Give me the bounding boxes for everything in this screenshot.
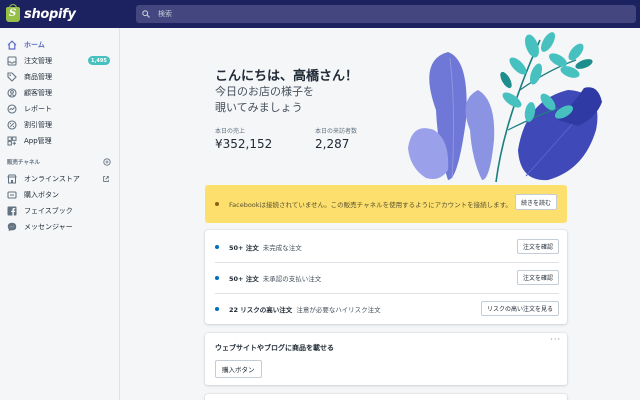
sidebar-item-label: 顧客管理 xyxy=(24,89,52,97)
facebook-icon xyxy=(7,206,17,216)
sidebar-item-analytics[interactable]: レポート xyxy=(0,101,119,117)
sales-today-value: ¥352,152 xyxy=(215,137,273,151)
task-row: 50+ 注文 未承認の支払い注文 注文を確認 xyxy=(215,263,559,293)
task-bullet-icon xyxy=(215,307,219,311)
sidebar-item-label: 割引管理 xyxy=(24,121,52,129)
more-options-icon[interactable]: ··· xyxy=(550,335,561,344)
visitors-today-label: 本日の来訪者数 xyxy=(315,128,358,135)
visitors-today-value: 2,287 xyxy=(315,137,350,151)
task-count: 50+ 注文 xyxy=(229,244,259,252)
page-title: こんにちは、高橋さん！ xyxy=(215,69,359,84)
sidebar-item-label: メッセンジャー xyxy=(24,223,73,231)
sidebar-item-products[interactable]: 商品管理 xyxy=(0,69,119,85)
sales-channels-label: 販売チャネル xyxy=(7,160,40,166)
sidebar-item-buy-button[interactable]: 購入ボタン xyxy=(0,187,119,203)
sidebar-item-label: オンラインストア xyxy=(24,175,80,183)
sidebar-item-customers[interactable]: 顧客管理 xyxy=(0,85,119,101)
orders-count-badge: 1,495 xyxy=(88,56,110,65)
sidebar-item-facebook[interactable]: フェイスブック xyxy=(0,203,119,219)
sidebar-item-home[interactable]: ホーム xyxy=(0,37,119,53)
store-icon xyxy=(7,174,17,184)
sidebar-item-messenger[interactable]: メッセンジャー xyxy=(0,219,119,235)
top-bar: S shopify xyxy=(0,0,640,28)
sidebar-item-label: 購入ボタン xyxy=(24,191,59,199)
buy-button-button[interactable]: 購入ボタン xyxy=(215,360,262,378)
brand-name: shopify xyxy=(24,6,76,22)
discount-icon xyxy=(7,120,17,130)
sidebar-item-orders[interactable]: 注文管理 1,495 xyxy=(0,53,119,69)
sidebar-item-apps[interactable]: App管理 xyxy=(0,133,119,149)
next-card xyxy=(205,394,567,400)
search-bar[interactable] xyxy=(136,5,636,23)
task-description: 注意が必要なハイリスク注文 xyxy=(296,306,381,314)
card-title: ウェブサイトやブログに商品を載せる xyxy=(215,344,334,352)
main-content: こんにちは、高橋さん！ 今日のお店の様子を 覗いてみましょう 本日の売上 ¥35… xyxy=(121,28,640,400)
sidebar-item-label: 商品管理 xyxy=(24,73,52,81)
sidebar-item-label: フェイスブック xyxy=(24,207,73,215)
search-input[interactable] xyxy=(158,10,558,18)
view-orders-button[interactable]: 注文を確認 xyxy=(516,270,559,285)
channels-nav: オンラインストア 購入ボタン フェイスブック メッセンジャー xyxy=(0,169,119,235)
task-count: 22 リスクの高い注文 xyxy=(229,306,293,314)
facebook-warning-banner: Facebookは接続されていません。この販売チャネルを使用するようにアカウント… xyxy=(205,185,567,223)
task-row: 22 リスクの高い注文 注意が必要なハイリスク注文 リスクの高い注文を見る xyxy=(215,294,559,324)
messenger-icon xyxy=(7,222,17,232)
task-row: 50+ 注文 未完成な注文 注文を確認 xyxy=(215,232,559,262)
buy-button-promo-card: ウェブサイトやブログに商品を載せる ··· 購入ボタン xyxy=(205,333,567,385)
brand-logo[interactable]: S shopify xyxy=(0,0,134,28)
subtitle: 今日のお店の様子を 覗いてみましょう xyxy=(215,84,355,116)
external-link-icon[interactable] xyxy=(102,175,110,183)
tag-icon xyxy=(7,72,17,82)
sidebar: ホーム 注文管理 1,495 商品管理 顧客管理 レポート 割引管理 App管理… xyxy=(0,28,120,400)
home-icon xyxy=(7,40,17,50)
sidebar-item-label: App管理 xyxy=(24,137,52,145)
sidebar-item-online-store[interactable]: オンラインストア xyxy=(0,171,119,187)
customers-icon xyxy=(7,88,17,98)
sidebar-item-discounts[interactable]: 割引管理 xyxy=(0,117,119,133)
task-description: 未承認の支払い注文 xyxy=(262,275,322,283)
plant-illustration xyxy=(408,32,602,183)
orders-icon xyxy=(7,56,17,66)
subtitle-line-1: 今日のお店の様子を xyxy=(215,85,314,98)
search-icon xyxy=(142,10,150,18)
task-bullet-icon xyxy=(215,276,219,280)
task-count: 50+ 注文 xyxy=(229,275,259,283)
sales-today-label: 本日の売上 xyxy=(215,128,246,135)
sidebar-item-label: レポート xyxy=(24,105,52,113)
view-orders-button[interactable]: 注文を確認 xyxy=(516,239,559,254)
add-channel-icon[interactable] xyxy=(103,158,111,166)
task-bullet-icon xyxy=(215,245,219,249)
sales-channels-heading: 販売チャネル xyxy=(0,155,119,169)
sidebar-item-label: ホーム xyxy=(24,41,45,49)
task-description: 未完成な注文 xyxy=(262,244,302,252)
read-more-button[interactable]: 続きを読む xyxy=(515,194,558,210)
order-tasks-card: 50+ 注文 未完成な注文 注文を確認 50+ 注文 未承認の支払い注文 注文を… xyxy=(205,230,567,324)
subtitle-line-2: 覗いてみましょう xyxy=(215,101,303,114)
view-high-risk-orders-button[interactable]: リスクの高い注文を見る xyxy=(480,301,559,316)
apps-icon xyxy=(7,136,17,146)
main-nav: ホーム 注文管理 1,495 商品管理 顧客管理 レポート 割引管理 App管理 xyxy=(0,28,119,149)
warning-bullet-icon xyxy=(215,202,219,206)
shopify-bag-icon: S xyxy=(6,3,20,22)
banner-message: Facebookは接続されていません。この販売チャネルを使用するようにアカウント… xyxy=(229,201,512,209)
sidebar-item-label: 注文管理 xyxy=(24,57,52,65)
buy-button-icon xyxy=(7,190,17,200)
analytics-icon xyxy=(7,104,17,114)
